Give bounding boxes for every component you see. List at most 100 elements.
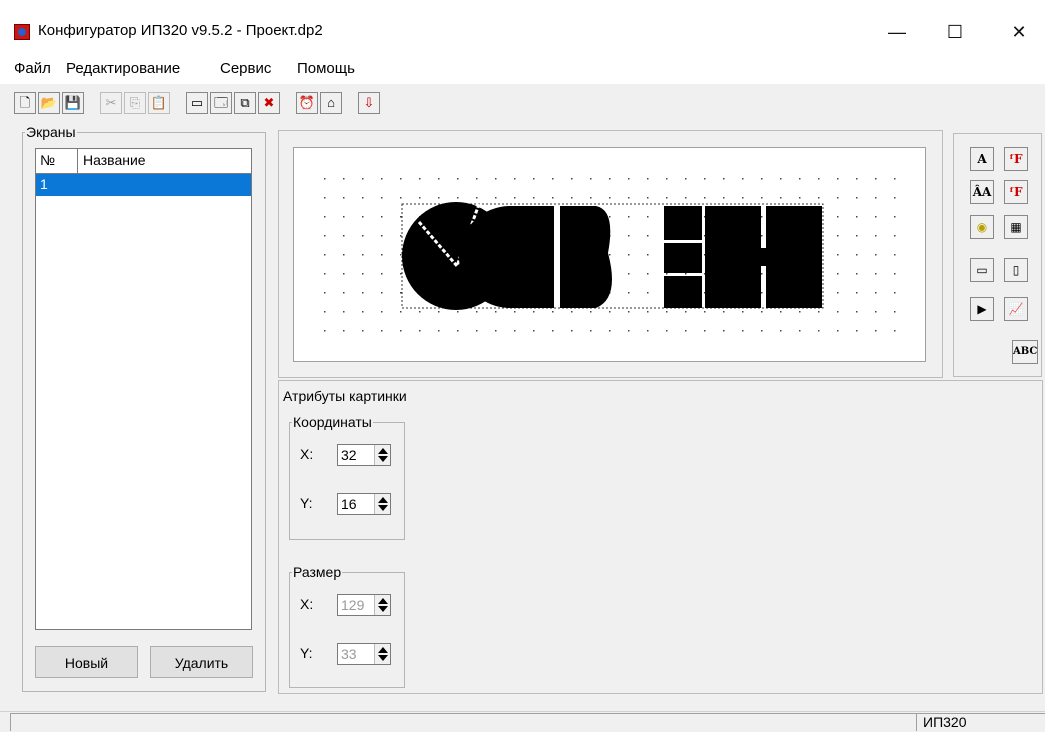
- grid-dot: [419, 311, 421, 313]
- grid-dot: [875, 254, 877, 256]
- logo-b-left: [560, 206, 596, 308]
- graph-tool-icon[interactable]: 📈: [1004, 297, 1028, 321]
- menu-help[interactable]: Помощь: [297, 60, 355, 77]
- grid-dot: [894, 197, 896, 199]
- open-folder-icon[interactable]: 📂: [38, 92, 60, 114]
- size-y-stepper[interactable]: [374, 644, 390, 664]
- coord-x-stepper[interactable]: [374, 445, 390, 465]
- col-name[interactable]: Название: [83, 152, 146, 168]
- menu-service[interactable]: Сервис: [220, 60, 271, 77]
- grid-dot: [761, 330, 763, 332]
- grid-dot: [381, 330, 383, 332]
- font-resize-icon[interactable]: ÂA: [970, 180, 994, 204]
- size-x-stepper[interactable]: [374, 595, 390, 615]
- grid-dot: [799, 178, 801, 180]
- screen-delete-icon[interactable]: ✖: [258, 92, 280, 114]
- grid-dot: [495, 178, 497, 180]
- grid-dot: [685, 273, 687, 275]
- menu-file[interactable]: Файл: [14, 60, 51, 77]
- owen-logo-image: [402, 202, 822, 310]
- grid-dot: [362, 178, 364, 180]
- grid-dot: [856, 330, 858, 332]
- minimize-button[interactable]: —: [874, 14, 920, 50]
- new-screen-button[interactable]: Новый: [35, 646, 138, 678]
- screen-props-icon[interactable]: 🗔: [210, 92, 232, 114]
- maximize-button[interactable]: ☐: [932, 14, 978, 50]
- coords-legend: Координаты: [292, 414, 373, 430]
- grid-dot: [685, 330, 687, 332]
- grid-dot: [400, 330, 402, 332]
- grid-dot: [438, 311, 440, 313]
- app-icon: [14, 24, 30, 40]
- grid-dot: [875, 330, 877, 332]
- size-y-spinner[interactable]: 33: [337, 643, 391, 665]
- grid-dot: [875, 216, 877, 218]
- grid-dot: [647, 273, 649, 275]
- grid-dot: [818, 178, 820, 180]
- close-button[interactable]: ✕: [996, 14, 1042, 50]
- screen-copy-icon[interactable]: ⧉: [234, 92, 256, 114]
- logo-h-left: [705, 206, 761, 308]
- table-row[interactable]: 1: [36, 174, 251, 196]
- grid-dot: [476, 311, 478, 313]
- screen-add-icon[interactable]: ▭: [186, 92, 208, 114]
- screens-list[interactable]: № Название 1: [35, 148, 252, 630]
- size-y-value: 33: [341, 646, 357, 662]
- grid-dot: [837, 254, 839, 256]
- col-number[interactable]: №: [40, 152, 55, 168]
- grid-dot: [533, 311, 535, 313]
- font-color-icon[interactable]: ᶠF: [1004, 180, 1028, 204]
- grid-dot: [647, 235, 649, 237]
- abc-tool-icon[interactable]: ABC: [1012, 340, 1038, 364]
- paste-icon[interactable]: 📋: [148, 92, 170, 114]
- copy-icon[interactable]: ⎘: [124, 92, 146, 114]
- text-tool-icon[interactable]: A: [970, 147, 994, 171]
- grid-dot: [837, 216, 839, 218]
- canvas-svg: [324, 178, 896, 332]
- bar-tool-icon[interactable]: ▯: [1004, 258, 1028, 282]
- alarm-icon[interactable]: ⏰: [296, 92, 318, 114]
- grid-dot: [704, 330, 706, 332]
- font-tool-icon[interactable]: ᶠF: [1004, 147, 1028, 171]
- coord-y-spinner[interactable]: 16: [337, 493, 391, 515]
- grid-dot: [514, 311, 516, 313]
- grid-dot: [381, 254, 383, 256]
- new-file-icon[interactable]: 🗋: [14, 92, 36, 114]
- grid-dot: [400, 235, 402, 237]
- grid-dot: [438, 197, 440, 199]
- grid-dot: [837, 311, 839, 313]
- play-tool-icon[interactable]: ▶: [970, 297, 994, 321]
- grid-dot: [666, 311, 668, 313]
- grid-dot: [704, 311, 706, 313]
- coord-x-spinner[interactable]: 32: [337, 444, 391, 466]
- grid-dot: [856, 235, 858, 237]
- grid-dot: [343, 216, 345, 218]
- grid-dot: [324, 235, 326, 237]
- grid-dot: [875, 178, 877, 180]
- grid-dot: [780, 178, 782, 180]
- grid-dot: [457, 330, 459, 332]
- size-x-spinner[interactable]: 129: [337, 594, 391, 616]
- grid-dot: [856, 216, 858, 218]
- logo-o-body: [510, 206, 554, 308]
- delete-screen-button[interactable]: Удалить: [150, 646, 253, 678]
- grid-dot: [400, 273, 402, 275]
- grid-dot: [818, 311, 820, 313]
- logo-e-top: [664, 206, 702, 240]
- grid-dot: [533, 178, 535, 180]
- download-device-icon[interactable]: ⇩: [358, 92, 380, 114]
- status-device: ИП320: [916, 713, 1045, 731]
- display-canvas[interactable]: [293, 147, 926, 362]
- coord-y-stepper[interactable]: [374, 494, 390, 514]
- grid-dot: [609, 216, 611, 218]
- menu-edit[interactable]: Редактирование: [66, 60, 180, 77]
- bitmap-tool-icon[interactable]: ▦: [1004, 215, 1028, 239]
- cut-icon[interactable]: ✂: [100, 92, 122, 114]
- grid-dot: [419, 330, 421, 332]
- home-icon[interactable]: ⌂: [320, 92, 342, 114]
- grid-dot: [761, 292, 763, 294]
- grid-dot: [742, 197, 744, 199]
- indicator-tool-icon[interactable]: ▭: [970, 258, 994, 282]
- button-tool-icon[interactable]: ◉: [970, 215, 994, 239]
- save-icon[interactable]: 💾: [62, 92, 84, 114]
